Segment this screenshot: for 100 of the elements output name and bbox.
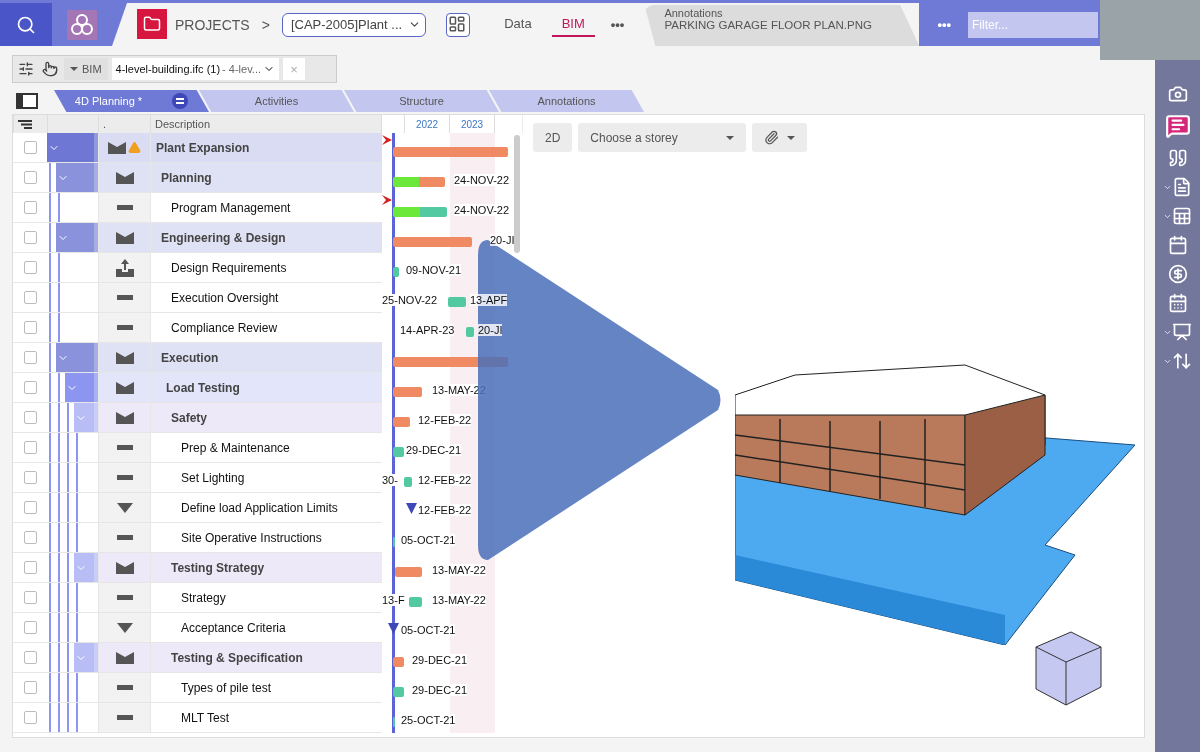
task-name[interactable]: Plant Expansion: [150, 133, 382, 162]
view-tab[interactable]: 4D Planning *: [54, 90, 209, 112]
summary-icon: [115, 231, 134, 244]
progress-bar[interactable]: [393, 177, 445, 187]
nav-tab[interactable]: BIM: [551, 12, 595, 37]
expand-toggle[interactable]: [65, 373, 98, 402]
summary-icon: [108, 141, 126, 154]
date-label: 12-FEB-22: [418, 414, 472, 426]
view-tab[interactable]: Activities: [199, 90, 354, 112]
storey-select[interactable]: Choose a storey: [578, 123, 747, 152]
scrollbar[interactable]: [514, 135, 520, 253]
caret-icon: [787, 135, 796, 140]
progress-bar[interactable]: [393, 207, 447, 217]
list-icon[interactable]: [18, 119, 32, 129]
dashboard-button[interactable]: [446, 12, 471, 37]
expand-toggle[interactable]: [56, 223, 98, 252]
row-checkbox[interactable]: [23, 501, 37, 514]
expand-toggle[interactable]: [74, 403, 98, 432]
task-bar[interactable]: [393, 687, 404, 697]
row-checkbox[interactable]: [23, 651, 37, 664]
row-checkbox[interactable]: [23, 591, 37, 604]
row-checkbox[interactable]: [23, 531, 37, 544]
row-checkbox[interactable]: [23, 261, 37, 274]
task-bar[interactable]: [393, 267, 399, 277]
task-bar[interactable]: [393, 447, 404, 457]
task-name[interactable]: Planning: [150, 163, 382, 192]
expand-toggle[interactable]: [56, 163, 98, 192]
2d-button[interactable]: 2D: [533, 123, 573, 152]
presentation-icon[interactable]: [1163, 322, 1192, 342]
task-bar[interactable]: [404, 477, 412, 487]
camera-icon[interactable]: [1167, 84, 1188, 104]
task-icon: [116, 535, 133, 540]
row-checkbox[interactable]: [23, 141, 37, 154]
task-bar[interactable]: [409, 597, 422, 607]
row-checkbox[interactable]: [23, 381, 37, 394]
panel-toggle-icon[interactable]: [16, 93, 38, 109]
app-logo[interactable]: [67, 9, 97, 40]
view-tab[interactable]: Structure: [344, 90, 499, 112]
row-checkbox[interactable]: [23, 681, 37, 694]
row-checkbox[interactable]: [23, 231, 37, 244]
settings-button[interactable]: [16, 59, 36, 79]
expand-toggle[interactable]: [74, 643, 98, 672]
project-select[interactable]: [CAP-2005]Plant ...: [281, 12, 427, 37]
nav-tab[interactable]: Data: [494, 12, 542, 37]
date-label: 13-F: [382, 594, 405, 606]
task-name[interactable]: Execution: [150, 343, 382, 372]
spreadsheet-icon[interactable]: [1163, 206, 1192, 226]
summary-bar[interactable]: [393, 147, 508, 157]
row-checkbox[interactable]: [23, 411, 37, 424]
row-checkbox[interactable]: [23, 561, 37, 574]
mode-dropdown[interactable]: BIM: [64, 58, 108, 80]
task-name[interactable]: Load Testing: [150, 373, 382, 402]
row-checkbox[interactable]: [23, 711, 37, 724]
view-tab[interactable]: Annotations: [489, 90, 644, 112]
paperclip-icon: [764, 130, 780, 145]
file-select[interactable]: 4-level-building.ifc (1) - 4-lev...: [111, 58, 280, 80]
row-checkbox[interactable]: [23, 441, 37, 454]
milestone-marker[interactable]: [388, 623, 399, 634]
more-button[interactable]: •••: [931, 16, 958, 33]
help-icon[interactable]: [1164, 113, 1191, 139]
date-label: 20-JI: [490, 234, 515, 246]
row-checkbox[interactable]: [23, 291, 37, 304]
expand-toggle[interactable]: [47, 133, 98, 162]
row-checkbox[interactable]: [23, 471, 37, 484]
task-name[interactable]: Testing & Specification: [150, 643, 382, 672]
summary-bar[interactable]: [395, 567, 422, 577]
summary-bar[interactable]: [393, 387, 422, 397]
task-bar[interactable]: [448, 297, 466, 307]
row-checkbox[interactable]: [23, 321, 37, 334]
document-tab[interactable]: Annotations PARKING GARAGE FLOOR PLAN.PNG: [644, 5, 920, 46]
calendar-icon[interactable]: [1167, 235, 1188, 255]
document-icon[interactable]: [1163, 177, 1192, 197]
calendar-icon[interactable]: [1167, 293, 1188, 313]
pointer-button[interactable]: [40, 59, 60, 79]
sliders-icon: [18, 61, 34, 77]
caret-icon: [726, 135, 735, 140]
row-checkbox[interactable]: [23, 621, 37, 634]
search-button[interactable]: [0, 3, 52, 46]
row-checkbox[interactable]: [23, 171, 37, 184]
more-button[interactable]: •••: [604, 16, 631, 33]
row-checkbox[interactable]: [23, 201, 37, 214]
row-checkbox[interactable]: [23, 351, 37, 364]
sort-icon[interactable]: [1163, 351, 1192, 371]
attachment-button[interactable]: [752, 123, 808, 152]
summary-bar[interactable]: [393, 657, 404, 667]
filter-field[interactable]: Filter...: [968, 11, 1098, 38]
summary-bar[interactable]: [393, 237, 472, 247]
menu-icon[interactable]: [172, 93, 189, 109]
task-name[interactable]: Engineering & Design: [150, 223, 382, 252]
breadcrumb-link[interactable]: PROJECTS: [175, 16, 250, 33]
expand-toggle[interactable]: [56, 343, 98, 372]
task-bar[interactable]: [466, 327, 474, 337]
milestone-marker[interactable]: [406, 503, 417, 514]
summary-bar[interactable]: [393, 417, 410, 427]
expand-toggle[interactable]: [74, 553, 98, 582]
task-name[interactable]: Safety: [150, 403, 382, 432]
quote-icon[interactable]: [1167, 148, 1188, 168]
folder-button[interactable]: [137, 9, 167, 39]
task-name[interactable]: Testing Strategy: [150, 553, 382, 582]
dollar-icon[interactable]: [1167, 264, 1188, 284]
